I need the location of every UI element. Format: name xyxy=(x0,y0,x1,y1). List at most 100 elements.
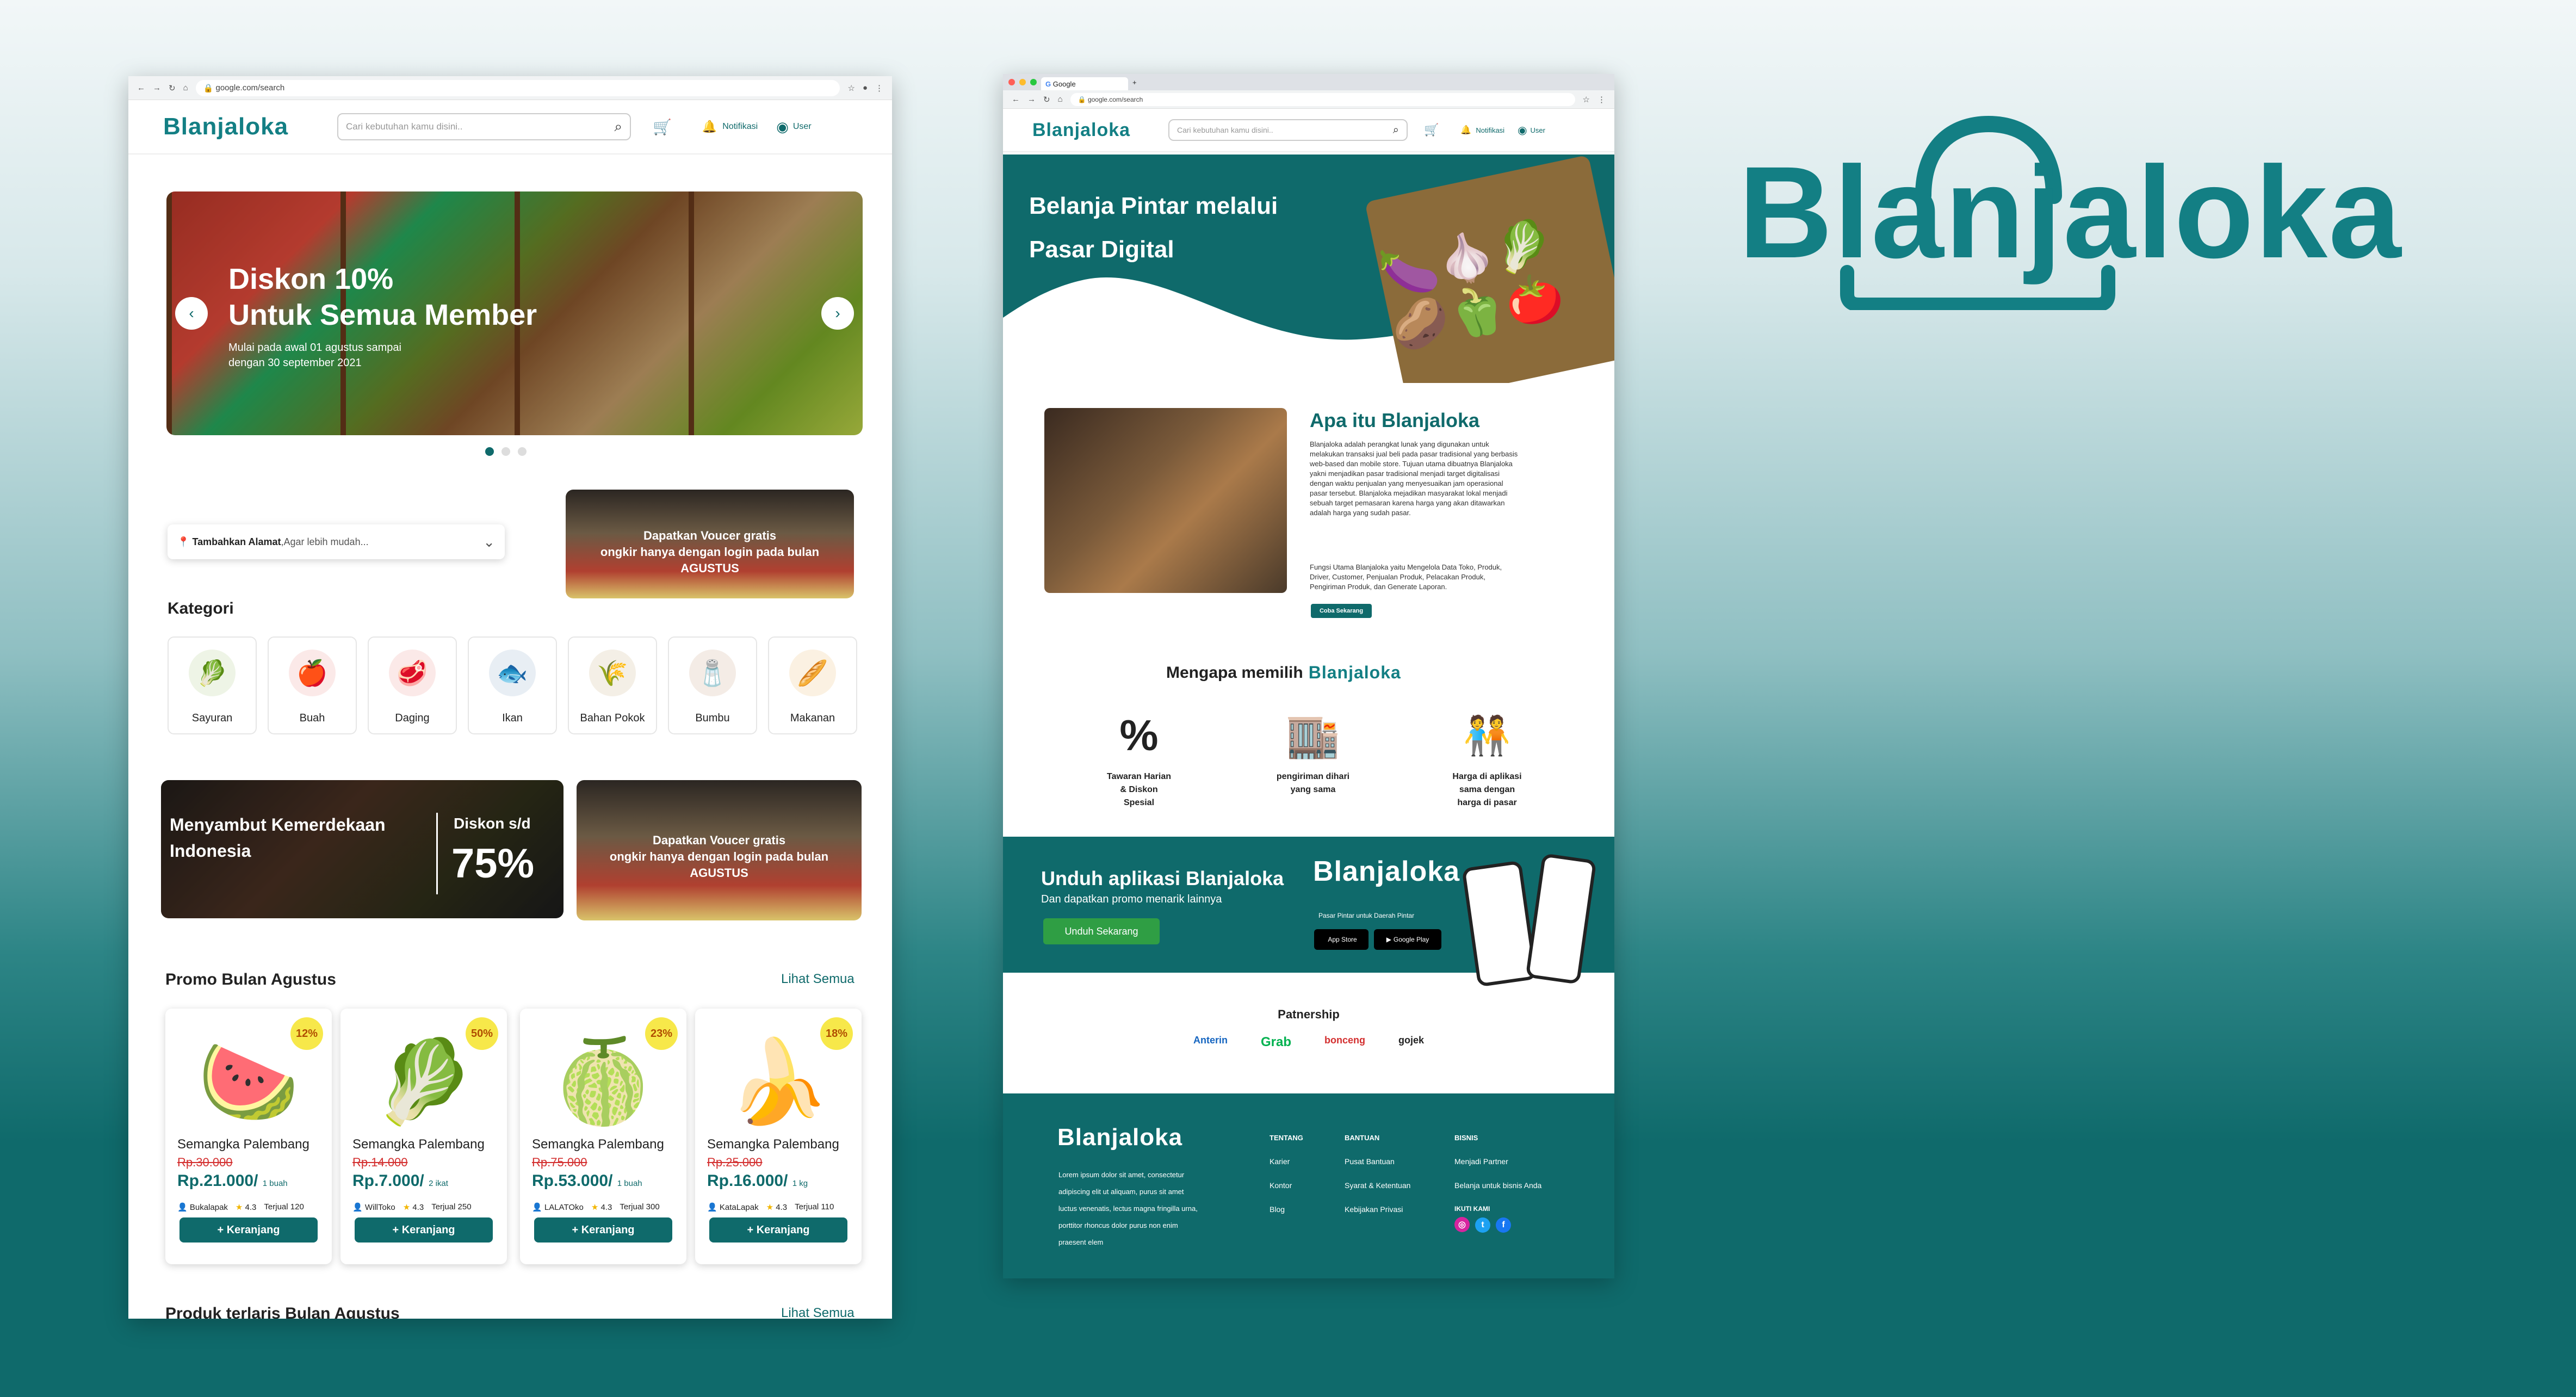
lihat-semua-link[interactable]: Lihat Semua xyxy=(781,972,854,987)
bell-icon[interactable]: 🔔 xyxy=(702,120,717,134)
price-value: Rp.7.000/ xyxy=(352,1172,424,1190)
hero-sub-2: dengan 30 september 2021 xyxy=(228,357,362,369)
category-ikan[interactable]: 🐟 Ikan xyxy=(468,636,557,734)
footer-link[interactable]: Kontor xyxy=(1270,1181,1303,1190)
search-input[interactable]: Cari kebutuhan kamu disini.. ⌕ xyxy=(1168,119,1408,141)
product-card[interactable]: 50% 🥬 Semangka Palembang Rp.14.000 Rp.7.… xyxy=(340,1009,507,1264)
browser-toolbar: ← → ↻ ⌂ 🔒 google.com/search ☆ ⋮ xyxy=(1003,90,1614,109)
cart-icon[interactable]: 🛒 xyxy=(653,118,672,136)
store-icon: 👤 KataLapak xyxy=(707,1203,759,1212)
carousel-dot[interactable] xyxy=(518,447,527,456)
star-icon[interactable]: ☆ xyxy=(847,83,854,93)
home-icon[interactable]: ⌂ xyxy=(1058,95,1063,104)
back-icon[interactable]: ← xyxy=(1012,95,1020,104)
lock-icon: 🔒 xyxy=(1078,95,1086,103)
site-footer: Blanjaloka Lorem ipsum dolor sit amet, c… xyxy=(1003,1093,1614,1278)
forward-icon[interactable]: → xyxy=(153,83,161,92)
carousel-prev-button[interactable]: ‹ xyxy=(175,297,208,330)
category-buah[interactable]: 🍎 Buah xyxy=(268,636,357,734)
notif-label[interactable]: Notifikasi xyxy=(1476,126,1504,134)
voucher-line-2: ongkir hanya dengan login pada bulan xyxy=(600,545,820,559)
tab-title: Google xyxy=(1052,79,1076,88)
address-rest: ,Agar lebih mudah... xyxy=(281,536,369,547)
category-bumbu[interactable]: 🧂 Bumbu xyxy=(668,636,757,734)
unduh-sekarang-button[interactable]: Unduh Sekarang xyxy=(1043,918,1160,944)
profile-icon[interactable]: ● xyxy=(863,83,868,92)
search-icon[interactable]: ⌕ xyxy=(614,118,622,135)
footer-bisnis: BISNIS Menjadi Partner Belanja untuk bis… xyxy=(1454,1134,1541,1248)
category-label: Makanan xyxy=(790,712,835,724)
category-daging[interactable]: 🥩 Daging xyxy=(368,636,457,734)
lock-icon: 🔒 xyxy=(203,83,214,93)
reload-icon[interactable]: ↻ xyxy=(1043,95,1050,104)
carousel-dot[interactable] xyxy=(501,447,510,456)
coba-sekarang-button[interactable]: Coba Sekarang xyxy=(1311,604,1372,618)
menu-icon[interactable]: ⋮ xyxy=(875,83,883,93)
zoom-window-dot[interactable] xyxy=(1030,79,1037,85)
add-to-cart-button[interactable]: + Keranjang xyxy=(709,1217,847,1243)
footer-link[interactable]: Kebijakan Privasi xyxy=(1345,1205,1410,1214)
store-icon: 👤 LALATOko xyxy=(532,1203,584,1212)
store-name: Bukalapak xyxy=(189,1203,228,1212)
category-sayuran[interactable]: 🥬 Sayuran xyxy=(168,636,257,734)
footer-link[interactable]: Menjadi Partner xyxy=(1454,1157,1541,1166)
brand-logo[interactable]: Blanjaloka xyxy=(1032,120,1168,141)
merdeka-banner[interactable]: Menyambut Kemerdekaan Indonesia Diskon s… xyxy=(161,780,564,918)
star-icon[interactable]: ☆ xyxy=(1583,95,1590,104)
add-to-cart-button[interactable]: + Keranjang xyxy=(355,1217,493,1243)
footer-link[interactable]: Pusat Bantuan xyxy=(1345,1157,1410,1166)
app-store-button[interactable]: App Store xyxy=(1314,929,1369,950)
product-meta: 👤 WillToko ★ 4.3 Terjual 250 xyxy=(352,1202,472,1212)
merdeka-line-2: Indonesia xyxy=(170,841,251,861)
user-label[interactable]: User xyxy=(793,122,812,132)
carousel-next-button[interactable]: › xyxy=(821,297,854,330)
home-icon[interactable]: ⌂ xyxy=(183,83,188,92)
footer-col-title: TENTANG xyxy=(1270,1134,1303,1142)
user-icon[interactable]: ◉ xyxy=(776,119,789,135)
footer-link[interactable]: Blog xyxy=(1270,1205,1303,1214)
product-card[interactable]: 12% 🍉 Semangka Palembang Rp.30.000 Rp.21… xyxy=(165,1009,332,1264)
category-makanan[interactable]: 🥖 Makanan xyxy=(768,636,857,734)
notif-label[interactable]: Notifikasi xyxy=(722,122,758,132)
reload-icon[interactable]: ↻ xyxy=(169,83,176,93)
instagram-icon[interactable]: ◎ xyxy=(1454,1217,1470,1232)
cart-icon[interactable]: 🛒 xyxy=(1424,123,1439,137)
voucher-banner-large[interactable]: Dapatkan Voucer gratis ongkir hanya deng… xyxy=(577,780,862,920)
brand-logo[interactable]: Blanjaloka xyxy=(163,113,337,140)
feature-item: 🏬 pengiriman dihari yang sama xyxy=(1253,701,1373,809)
product-card[interactable]: 18% 🍌 Semangka Palembang Rp.25.000 Rp.16… xyxy=(695,1009,862,1264)
twitter-icon[interactable]: t xyxy=(1475,1217,1490,1233)
address-select[interactable]: 📍 Tambahkan Alamat ,Agar lebih mudah... … xyxy=(168,524,505,559)
about-title: Apa itu Blanjaloka xyxy=(1310,409,1480,431)
address-bar[interactable]: 🔒 google.com/search xyxy=(1070,92,1575,106)
facebook-icon[interactable]: f xyxy=(1496,1217,1511,1233)
search-icon[interactable]: ⌕ xyxy=(1393,124,1399,137)
add-to-cart-button[interactable]: + Keranjang xyxy=(534,1217,672,1243)
carousel-dot-active[interactable] xyxy=(485,447,494,456)
forward-icon[interactable]: → xyxy=(1027,95,1036,104)
minimize-window-dot[interactable] xyxy=(1019,79,1026,85)
new-tab-icon[interactable]: + xyxy=(1132,78,1137,86)
add-to-cart-button[interactable]: + Keranjang xyxy=(179,1217,318,1243)
close-window-dot[interactable] xyxy=(1008,79,1015,85)
address-bar[interactable]: 🔒 google.com/search xyxy=(195,79,840,96)
browser-tab[interactable]: G Google xyxy=(1041,77,1128,90)
footer-link[interactable]: Belanja untuk bisnis Anda xyxy=(1454,1181,1541,1190)
back-icon[interactable]: ← xyxy=(137,83,145,92)
footer-about-line: Lorem ipsum dolor sit amet, consectetur xyxy=(1058,1171,1185,1179)
product-old-price: Rp.30.000 xyxy=(177,1155,233,1169)
menu-icon[interactable]: ⋮ xyxy=(1597,95,1606,104)
app-download-section: Unduh aplikasi Blanjaloka Dan dapatkan p… xyxy=(1003,837,1614,987)
user-label[interactable]: User xyxy=(1531,126,1545,134)
footer-link[interactable]: Syarat & Ketentuan xyxy=(1345,1181,1410,1190)
category-bahan-pokok[interactable]: 🌾 Bahan Pokok xyxy=(568,636,657,734)
lihat-semua-link[interactable]: Lihat Semua xyxy=(781,1306,854,1319)
hero-banner[interactable]: Diskon 10% Untuk Semua Member Mulai pada… xyxy=(166,191,863,435)
user-icon[interactable]: ◉ xyxy=(1518,123,1527,137)
voucher-banner-small[interactable]: Dapatkan Voucer gratis ongkir hanya deng… xyxy=(566,490,854,598)
search-input[interactable]: Cari kebutuhan kamu disini.. ⌕ xyxy=(337,113,631,140)
google-play-button[interactable]: ▶ Google Play xyxy=(1374,929,1441,950)
bell-icon[interactable]: 🔔 xyxy=(1460,125,1471,135)
footer-link[interactable]: Karier xyxy=(1270,1157,1303,1166)
product-card[interactable]: 23% 🍈 Semangka Palembang Rp.75.000 Rp.53… xyxy=(520,1009,686,1264)
